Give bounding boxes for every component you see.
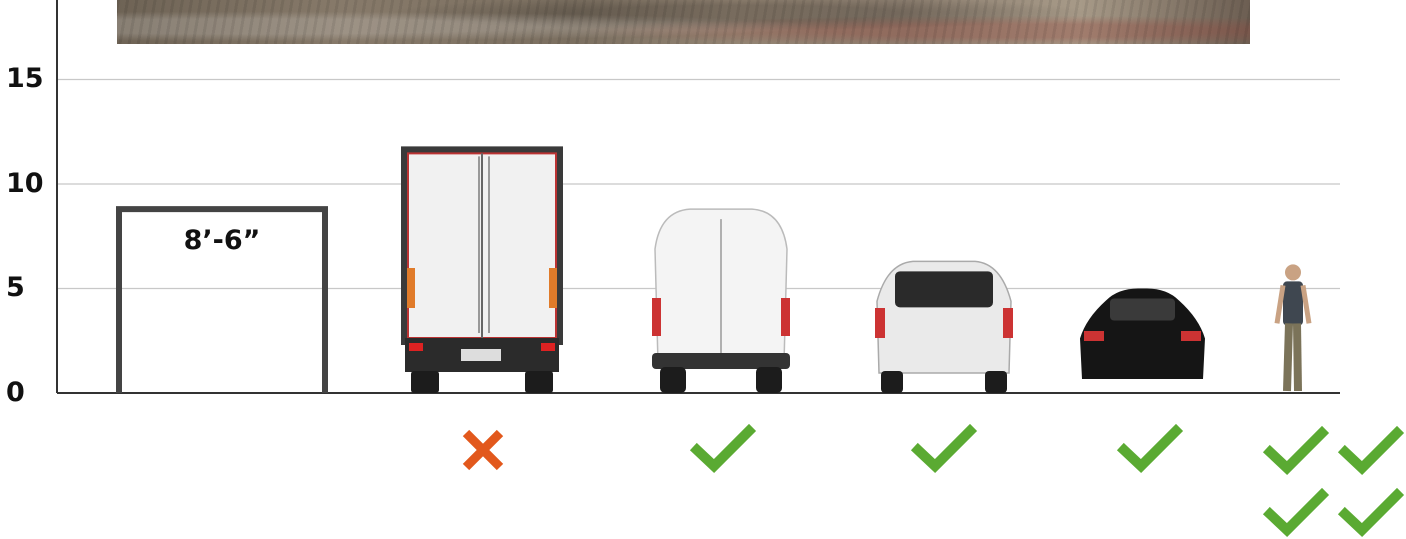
status-check-icon-1-stroke — [689, 423, 757, 473]
status-check-icon-4-c-stroke — [1262, 487, 1330, 537]
plot-area: 8’-6” — [56, 0, 1405, 537]
van-bumper — [652, 353, 790, 369]
box-truck-rear-icon — [401, 146, 563, 393]
pedestrian-icon — [1274, 264, 1312, 392]
status-cross-icon-0-stroke — [462, 429, 504, 471]
minivan-light-right — [1003, 308, 1013, 338]
van-light-left — [652, 298, 661, 336]
minivan-window — [895, 271, 993, 308]
sedan-light-right — [1181, 331, 1201, 341]
sedan-window — [1110, 298, 1175, 321]
van-wheel-left — [660, 367, 686, 393]
person-head — [1285, 264, 1301, 281]
van-wheel-right — [756, 367, 782, 393]
clearance-diagram: 0 5 10 15 8’-6” — [0, 0, 1406, 539]
status-check-icon-2 — [910, 423, 978, 473]
status-check-icon-4-a-stroke — [1262, 425, 1330, 475]
status-check-icon-3 — [1116, 423, 1184, 473]
minivan-wheel-left — [881, 371, 903, 393]
minivan-wheel-right — [985, 371, 1007, 393]
truck-plate — [461, 349, 501, 361]
person-leg-left — [1283, 323, 1293, 392]
status-cross-icon-0 — [462, 429, 504, 471]
status-check-icon-3-stroke — [1116, 423, 1184, 473]
minivan-rear-icon — [875, 260, 1013, 393]
status-check-icon-2-stroke — [910, 423, 978, 473]
status-check-icon-4-d — [1337, 487, 1405, 537]
minivan-light-left — [875, 308, 885, 338]
sedan-light-left — [1084, 331, 1104, 341]
status-check-icon-4-d-stroke — [1337, 487, 1405, 537]
status-check-icon-1 — [689, 423, 757, 473]
van-light-right — [781, 298, 790, 336]
status-check-icon-4-a — [1262, 425, 1330, 475]
clearance-label: 8’-6” — [184, 225, 261, 256]
status-check-icon-4-b — [1337, 425, 1405, 475]
truck-wheel-right — [525, 371, 553, 393]
person-torso — [1283, 281, 1303, 326]
cargo-van-rear-icon — [652, 208, 790, 393]
status-check-icon-4-b-stroke — [1337, 425, 1405, 475]
person-leg-right — [1293, 323, 1302, 392]
truck-reflector-left — [407, 268, 415, 308]
sedan-rear-icon — [1080, 288, 1205, 379]
truck-light-right — [541, 343, 555, 351]
person-arm-right — [1300, 285, 1312, 324]
truck-wheel-left — [411, 371, 439, 393]
truck-reflector-right — [549, 268, 557, 308]
status-check-icon-4-c — [1262, 487, 1330, 537]
truck-light-left — [409, 343, 423, 351]
person-arm-left — [1274, 285, 1286, 324]
